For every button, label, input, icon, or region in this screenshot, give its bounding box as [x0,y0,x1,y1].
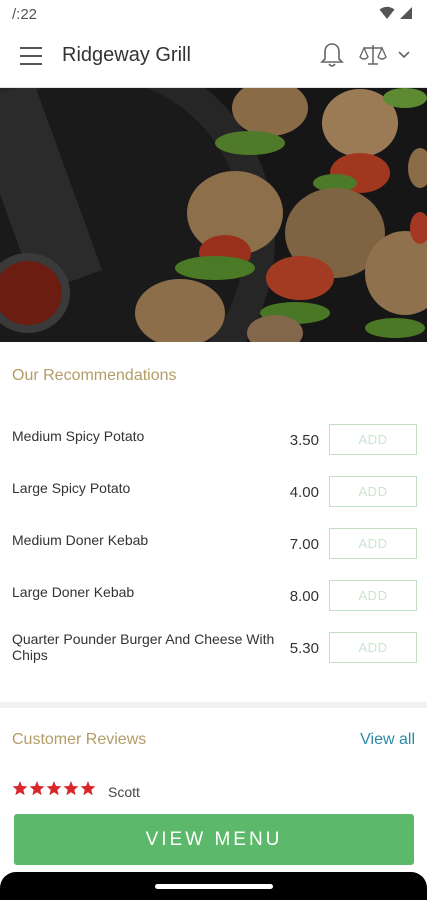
item-price: 8.00 [289,588,319,605]
list-item: Medium Doner Kebab 7.00 ADD [0,528,427,576]
list-item: Quarter Pounder Burger And Cheese With C… [0,631,427,680]
signal-icon [400,7,412,19]
star-icon [12,781,28,796]
item-name: Large Doner Kebab [12,584,135,600]
restaurant-title: Ridgeway Grill [62,44,191,66]
list-item: Medium Spicy Potato 3.50 ADD [0,424,427,472]
list-item: Large Spicy Potato 4.00 ADD [0,476,427,524]
item-name: Quarter Pounder Burger And Cheese With C… [12,631,275,663]
item-price: 5.30 [289,640,319,657]
status-time: /:22 [12,6,38,23]
star-icon [29,781,45,796]
star-icon [80,781,96,796]
app-bar: Ridgeway Grill [0,28,427,88]
add-button[interactable]: ADD [329,424,417,455]
star-icon [63,781,79,796]
wifi-icon [379,6,395,19]
hamburger-icon[interactable] [20,47,42,67]
chevron-down-icon[interactable] [397,50,411,60]
grilled-skewers-image [0,88,427,342]
view-menu-button[interactable]: VIEW MENU [14,814,414,865]
add-button[interactable]: ADD [329,580,417,611]
item-price: 4.00 [289,484,319,501]
reviews-section: Customer Reviews View all Scott [0,708,427,808]
reviewer-name: Scott [108,784,140,800]
item-name: Medium Spicy Potato [12,428,145,444]
item-name: Medium Doner Kebab [12,532,149,548]
add-button[interactable]: ADD [329,528,417,559]
status-bar: /:22 [0,0,427,28]
reviews-title: Customer Reviews [12,731,147,748]
star-rating [12,780,96,796]
system-nav-bar [0,872,427,900]
bell-icon[interactable] [319,41,345,69]
home-handle[interactable] [155,884,273,889]
star-icon [46,781,62,796]
add-button[interactable]: ADD [329,476,417,507]
add-button[interactable]: ADD [329,632,417,663]
recommendations-title: Our Recommendations [12,367,177,384]
item-price: 3.50 [289,432,319,449]
item-price: 7.00 [289,536,319,553]
list-item: Large Doner Kebab 8.00 ADD [0,580,427,628]
recommendations-section: Our Recommendations Medium Spicy Potato … [0,342,427,702]
status-icons [379,6,413,20]
view-all-link[interactable]: View all [360,731,415,749]
item-name: Large Spicy Potato [12,480,131,496]
hero-image [0,88,427,342]
scale-icon[interactable] [359,43,387,67]
